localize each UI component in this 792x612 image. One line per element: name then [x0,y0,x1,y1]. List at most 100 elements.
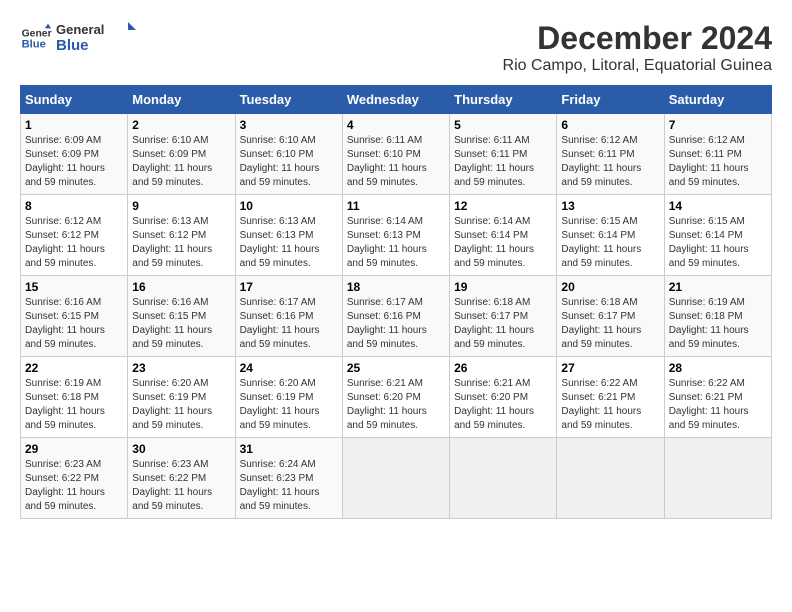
day-number: 17 [240,280,338,294]
day-info: Sunrise: 6:20 AM Sunset: 6:19 PM Dayligh… [132,377,230,433]
day-number: 30 [132,442,230,456]
day-info: Sunrise: 6:21 AM Sunset: 6:20 PM Dayligh… [347,377,445,433]
calendar-day-cell: 18 Sunrise: 6:17 AM Sunset: 6:16 PM Dayl… [342,276,449,357]
calendar-day-cell: 17 Sunrise: 6:17 AM Sunset: 6:16 PM Dayl… [235,276,342,357]
day-info: Sunrise: 6:12 AM Sunset: 6:11 PM Dayligh… [669,134,767,190]
calendar-day-cell: 23 Sunrise: 6:20 AM Sunset: 6:19 PM Dayl… [128,357,235,438]
day-info: Sunrise: 6:13 AM Sunset: 6:13 PM Dayligh… [240,215,338,271]
weekday-header: Friday [557,86,664,114]
day-info: Sunrise: 6:17 AM Sunset: 6:16 PM Dayligh… [240,296,338,352]
day-number: 12 [454,199,552,213]
day-info: Sunrise: 6:12 AM Sunset: 6:12 PM Dayligh… [25,215,123,271]
day-info: Sunrise: 6:24 AM Sunset: 6:23 PM Dayligh… [240,458,338,514]
day-number: 22 [25,361,123,375]
calendar-day-cell: 27 Sunrise: 6:22 AM Sunset: 6:21 PM Dayl… [557,357,664,438]
weekday-header: Wednesday [342,86,449,114]
day-info: Sunrise: 6:11 AM Sunset: 6:10 PM Dayligh… [347,134,445,190]
calendar-day-cell: 29 Sunrise: 6:23 AM Sunset: 6:22 PM Dayl… [21,438,128,519]
calendar-day-cell: 7 Sunrise: 6:12 AM Sunset: 6:11 PM Dayli… [664,114,771,195]
day-info: Sunrise: 6:18 AM Sunset: 6:17 PM Dayligh… [561,296,659,352]
calendar-day-cell: 24 Sunrise: 6:20 AM Sunset: 6:19 PM Dayl… [235,357,342,438]
page-header: General Blue General Blue December 2024 … [20,20,772,75]
calendar-header-row: SundayMondayTuesdayWednesdayThursdayFrid… [21,86,772,114]
logo-icon: General Blue [20,22,52,54]
weekday-header: Tuesday [235,86,342,114]
day-info: Sunrise: 6:11 AM Sunset: 6:11 PM Dayligh… [454,134,552,190]
calendar-day-cell: 25 Sunrise: 6:21 AM Sunset: 6:20 PM Dayl… [342,357,449,438]
day-info: Sunrise: 6:19 AM Sunset: 6:18 PM Dayligh… [669,296,767,352]
calendar-day-cell: 19 Sunrise: 6:18 AM Sunset: 6:17 PM Dayl… [450,276,557,357]
weekday-header: Saturday [664,86,771,114]
calendar-day-cell: 4 Sunrise: 6:11 AM Sunset: 6:10 PM Dayli… [342,114,449,195]
calendar-day-cell: 10 Sunrise: 6:13 AM Sunset: 6:13 PM Dayl… [235,195,342,276]
day-info: Sunrise: 6:14 AM Sunset: 6:13 PM Dayligh… [347,215,445,271]
day-info: Sunrise: 6:23 AM Sunset: 6:22 PM Dayligh… [132,458,230,514]
day-info: Sunrise: 6:14 AM Sunset: 6:14 PM Dayligh… [454,215,552,271]
day-info: Sunrise: 6:22 AM Sunset: 6:21 PM Dayligh… [561,377,659,433]
day-info: Sunrise: 6:10 AM Sunset: 6:10 PM Dayligh… [240,134,338,190]
calendar-day-cell: 16 Sunrise: 6:16 AM Sunset: 6:15 PM Dayl… [128,276,235,357]
calendar-day-cell: 6 Sunrise: 6:12 AM Sunset: 6:11 PM Dayli… [557,114,664,195]
day-info: Sunrise: 6:15 AM Sunset: 6:14 PM Dayligh… [561,215,659,271]
day-number: 23 [132,361,230,375]
day-info: Sunrise: 6:15 AM Sunset: 6:14 PM Dayligh… [669,215,767,271]
day-number: 25 [347,361,445,375]
calendar-day-cell: 12 Sunrise: 6:14 AM Sunset: 6:14 PM Dayl… [450,195,557,276]
weekday-header: Monday [128,86,235,114]
day-number: 7 [669,118,767,132]
weekday-header: Thursday [450,86,557,114]
day-number: 6 [561,118,659,132]
day-number: 14 [669,199,767,213]
calendar-day-cell: 26 Sunrise: 6:21 AM Sunset: 6:20 PM Dayl… [450,357,557,438]
calendar-day-cell: 11 Sunrise: 6:14 AM Sunset: 6:13 PM Dayl… [342,195,449,276]
page-title: December 2024 [503,20,772,57]
calendar-day-cell: 15 Sunrise: 6:16 AM Sunset: 6:15 PM Dayl… [21,276,128,357]
day-number: 29 [25,442,123,456]
day-number: 8 [25,199,123,213]
day-info: Sunrise: 6:23 AM Sunset: 6:22 PM Dayligh… [25,458,123,514]
day-info: Sunrise: 6:18 AM Sunset: 6:17 PM Dayligh… [454,296,552,352]
svg-text:Blue: Blue [22,38,46,50]
day-number: 2 [132,118,230,132]
day-number: 19 [454,280,552,294]
calendar-day-cell: 5 Sunrise: 6:11 AM Sunset: 6:11 PM Dayli… [450,114,557,195]
calendar-day-cell: 14 Sunrise: 6:15 AM Sunset: 6:14 PM Dayl… [664,195,771,276]
day-number: 27 [561,361,659,375]
day-number: 10 [240,199,338,213]
calendar-week-row: 15 Sunrise: 6:16 AM Sunset: 6:15 PM Dayl… [21,276,772,357]
calendar-day-cell: 31 Sunrise: 6:24 AM Sunset: 6:23 PM Dayl… [235,438,342,519]
day-number: 9 [132,199,230,213]
calendar-day-cell [664,438,771,519]
calendar-day-cell [557,438,664,519]
day-number: 21 [669,280,767,294]
calendar-day-cell: 1 Sunrise: 6:09 AM Sunset: 6:09 PM Dayli… [21,114,128,195]
calendar-day-cell [450,438,557,519]
day-number: 1 [25,118,123,132]
calendar-day-cell: 21 Sunrise: 6:19 AM Sunset: 6:18 PM Dayl… [664,276,771,357]
calendar-day-cell: 9 Sunrise: 6:13 AM Sunset: 6:12 PM Dayli… [128,195,235,276]
day-info: Sunrise: 6:21 AM Sunset: 6:20 PM Dayligh… [454,377,552,433]
calendar-day-cell: 13 Sunrise: 6:15 AM Sunset: 6:14 PM Dayl… [557,195,664,276]
weekday-header: Sunday [21,86,128,114]
day-info: Sunrise: 6:13 AM Sunset: 6:12 PM Dayligh… [132,215,230,271]
calendar-table: SundayMondayTuesdayWednesdayThursdayFrid… [20,85,772,519]
calendar-week-row: 22 Sunrise: 6:19 AM Sunset: 6:18 PM Dayl… [21,357,772,438]
calendar-day-cell: 3 Sunrise: 6:10 AM Sunset: 6:10 PM Dayli… [235,114,342,195]
day-info: Sunrise: 6:12 AM Sunset: 6:11 PM Dayligh… [561,134,659,190]
calendar-day-cell: 20 Sunrise: 6:18 AM Sunset: 6:17 PM Dayl… [557,276,664,357]
day-info: Sunrise: 6:22 AM Sunset: 6:21 PM Dayligh… [669,377,767,433]
day-number: 20 [561,280,659,294]
day-number: 31 [240,442,338,456]
day-number: 24 [240,361,338,375]
calendar-day-cell: 8 Sunrise: 6:12 AM Sunset: 6:12 PM Dayli… [21,195,128,276]
day-info: Sunrise: 6:10 AM Sunset: 6:09 PM Dayligh… [132,134,230,190]
day-number: 16 [132,280,230,294]
logo: General Blue General Blue [20,20,136,55]
day-number: 18 [347,280,445,294]
day-number: 15 [25,280,123,294]
day-number: 13 [561,199,659,213]
day-info: Sunrise: 6:16 AM Sunset: 6:15 PM Dayligh… [25,296,123,352]
page-subtitle: Rio Campo, Litoral, Equatorial Guinea [503,57,772,75]
calendar-day-cell [342,438,449,519]
calendar-week-row: 8 Sunrise: 6:12 AM Sunset: 6:12 PM Dayli… [21,195,772,276]
